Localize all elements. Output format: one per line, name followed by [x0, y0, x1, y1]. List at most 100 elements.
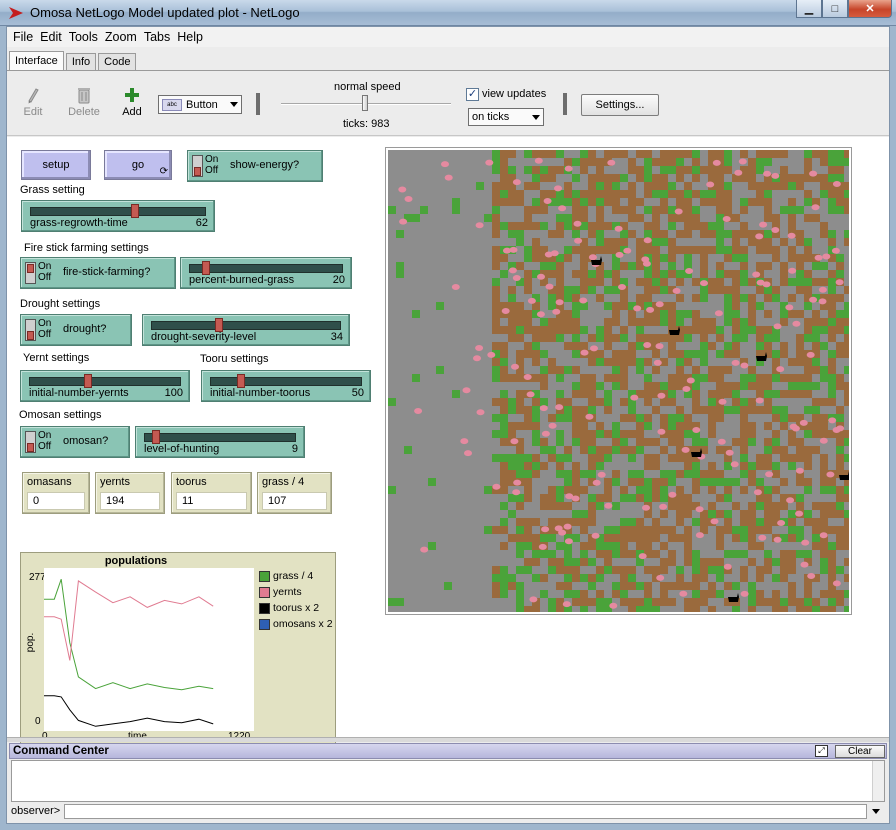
patch — [660, 526, 668, 534]
switch-toggle[interactable] — [192, 155, 203, 177]
tab-code[interactable]: Code — [98, 53, 137, 71]
patch — [604, 390, 612, 398]
percent-burned-grass-slider[interactable]: percent-burned-grass 20 — [180, 257, 352, 289]
menu-help[interactable]: Help — [175, 30, 208, 44]
slider-track[interactable] — [30, 204, 206, 218]
slider-thumb[interactable] — [215, 318, 223, 332]
history-dropdown[interactable] — [869, 804, 883, 819]
slider-thumb[interactable] — [152, 430, 160, 444]
slider-track[interactable] — [210, 374, 362, 388]
patch — [612, 558, 620, 566]
menu-file[interactable]: File — [11, 30, 38, 44]
patch — [780, 422, 788, 430]
patch — [684, 254, 692, 262]
pane-splitter[interactable] — [7, 737, 889, 742]
patch — [428, 526, 436, 534]
patch — [484, 222, 492, 230]
command-input[interactable] — [64, 804, 867, 819]
setup-button[interactable]: setup — [21, 150, 91, 180]
edit-tool-button[interactable]: Edit — [13, 84, 53, 118]
patch — [580, 262, 588, 270]
patch — [692, 182, 700, 190]
switch-toggle[interactable] — [25, 262, 36, 284]
slider-track[interactable] — [189, 261, 343, 275]
world-grid[interactable] — [388, 150, 849, 612]
switch-toggle[interactable] — [25, 431, 36, 453]
patch — [556, 366, 564, 374]
drought-switch[interactable]: On Off drought? — [20, 314, 132, 346]
slider-thumb[interactable] — [237, 374, 245, 388]
patch — [460, 270, 468, 278]
patch — [540, 334, 548, 342]
patch — [844, 598, 849, 606]
slider-thumb[interactable] — [84, 374, 92, 388]
slider-track[interactable] — [144, 430, 296, 444]
menu-tabs[interactable]: Tabs — [142, 30, 175, 44]
patch — [668, 238, 676, 246]
patch — [692, 462, 700, 470]
slider-track[interactable] — [151, 318, 341, 332]
patch — [540, 478, 548, 486]
initial-number-yernts-slider[interactable]: initial-number-yernts 100 — [20, 370, 190, 402]
expand-icon[interactable]: ⤢ — [815, 745, 828, 757]
slider-thumb[interactable] — [202, 261, 210, 275]
patch — [596, 558, 604, 566]
patch — [476, 542, 484, 550]
grass-regrowth-time-slider[interactable]: grass-regrowth-time 62 — [21, 200, 215, 232]
yernt-agent — [642, 504, 650, 511]
world-view[interactable] — [385, 147, 852, 615]
patch — [620, 582, 628, 590]
close-button[interactable]: ✕ — [848, 0, 892, 18]
patch — [388, 454, 396, 462]
patch — [724, 478, 732, 486]
level-of-hunting-slider[interactable]: level-of-hunting 9 — [135, 426, 305, 458]
patch — [836, 406, 844, 414]
view-updates-checkbox[interactable]: ✓ — [466, 88, 479, 101]
menu-edit[interactable]: Edit — [38, 30, 67, 44]
patch — [668, 278, 676, 286]
delete-tool-button[interactable]: Delete — [64, 84, 104, 118]
patch — [452, 478, 460, 486]
settings-button[interactable]: Settings... — [581, 94, 659, 116]
patch — [772, 462, 780, 470]
clear-button[interactable]: Clear — [835, 745, 885, 758]
drought-severity-level-slider[interactable]: drought-severity-level 34 — [142, 314, 350, 346]
speed-slider-thumb[interactable] — [362, 95, 368, 111]
update-mode-select[interactable]: on ticks — [468, 108, 544, 126]
patch — [620, 414, 628, 422]
slider-track[interactable] — [29, 374, 181, 388]
scrollbar[interactable] — [872, 761, 884, 801]
patch — [700, 494, 708, 502]
widget-type-select[interactable]: abc Button — [158, 95, 242, 114]
patch — [564, 326, 572, 334]
go-button[interactable]: go ⟳ — [104, 150, 172, 180]
patch — [452, 222, 460, 230]
fire-stick-farming-switch[interactable]: On Off fire-stick-farming? — [20, 257, 176, 289]
patch — [708, 262, 716, 270]
menu-zoom[interactable]: Zoom — [103, 30, 142, 44]
menu-tools[interactable]: Tools — [67, 30, 103, 44]
patch — [620, 478, 628, 486]
tab-interface[interactable]: Interface — [9, 51, 64, 71]
patch — [636, 518, 644, 526]
omosan-switch[interactable]: On Off omosan? — [20, 426, 130, 458]
switch-toggle[interactable] — [25, 319, 36, 341]
patch — [836, 462, 844, 470]
patch — [564, 310, 572, 318]
add-tool-button[interactable]: Add — [112, 84, 152, 118]
patch — [660, 278, 668, 286]
patch — [740, 502, 748, 510]
observer-prompt-label[interactable]: observer> — [9, 804, 69, 819]
show-energy-switch[interactable]: On Off show-energy? — [187, 150, 323, 182]
patch — [772, 294, 780, 302]
minimize-button[interactable]: ▁ — [796, 0, 822, 18]
yernt-agent — [541, 526, 550, 533]
patch — [772, 358, 780, 366]
slider-thumb[interactable] — [131, 204, 139, 218]
maximize-button[interactable]: □ — [822, 0, 848, 18]
patch — [740, 310, 748, 318]
initial-number-toorus-slider[interactable]: initial-number-toorus 50 — [201, 370, 371, 402]
patch — [476, 486, 484, 494]
patch — [404, 470, 412, 478]
tab-info[interactable]: Info — [65, 53, 97, 71]
